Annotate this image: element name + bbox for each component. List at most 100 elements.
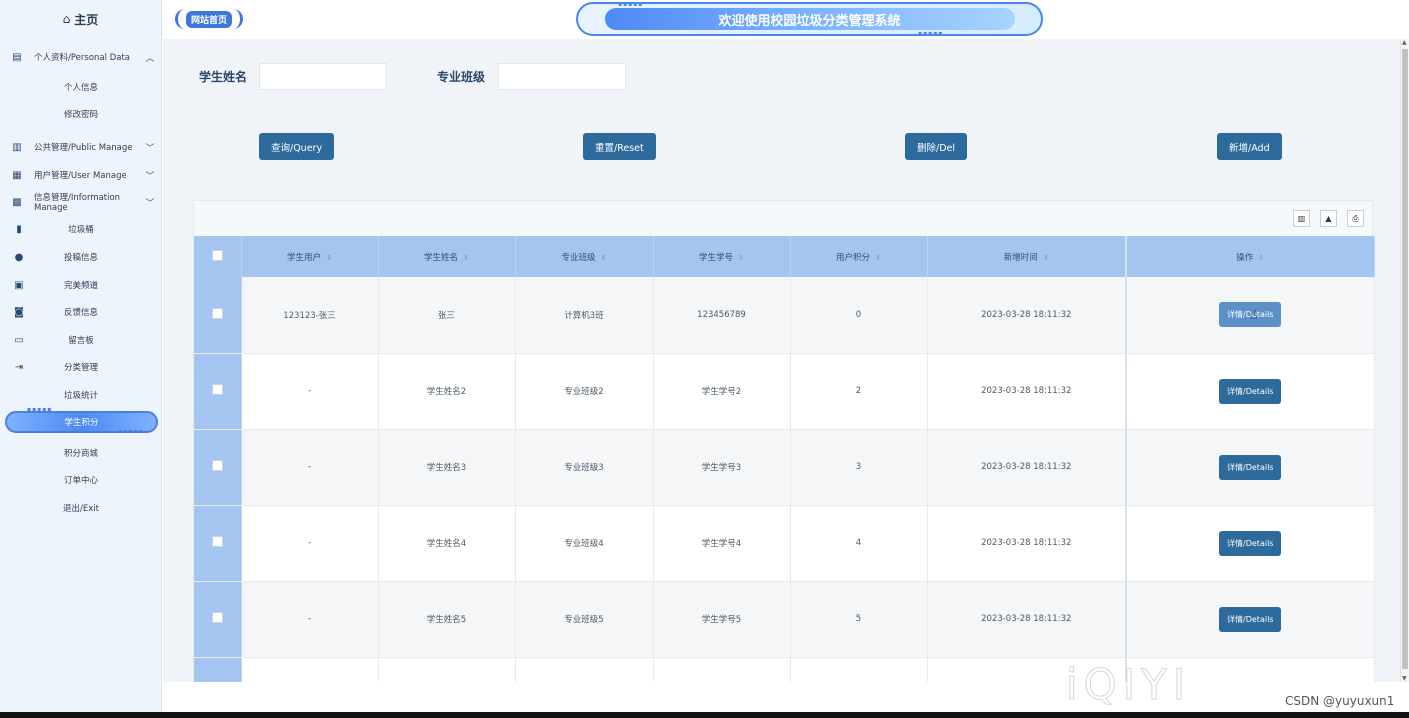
sort-icon: ⇕	[875, 253, 881, 262]
cell-class: 专业班级3	[515, 429, 654, 506]
decor-dots: ▪▪▪▪▪	[618, 1, 644, 8]
scroll-down-icon[interactable]: ▼	[1402, 675, 1407, 682]
query-button[interactable]: 查询/Query	[259, 133, 335, 160]
cell-student-no: 学生学号3	[653, 429, 791, 506]
sidebar-item-exit[interactable]: 退出/Exit	[0, 499, 162, 519]
book-icon: ▭	[14, 334, 24, 346]
decor-dots: ▪▪▪▪▪	[118, 428, 144, 435]
chevron-down-icon: ﹀	[145, 143, 155, 154]
student-name-input[interactable]	[259, 63, 387, 90]
table-row: - 学生姓名2 专业班级2 学生学号2 2 2023-03-28 18:11:3…	[194, 353, 1375, 430]
calendar-icon: ▣	[14, 279, 24, 291]
page-title: 欢迎使用校园垃圾分类管理系统	[604, 8, 1015, 30]
logout-icon: ⇥	[14, 361, 24, 373]
cell-class: 计算机3班	[515, 277, 654, 354]
sidebar-item-change-password[interactable]: 修改密码	[0, 105, 162, 125]
sidebar-item-points-mall[interactable]: 积分商城	[0, 444, 162, 464]
site-home-link[interactable]: 网站首页	[175, 9, 244, 29]
delete-button[interactable]: 删除/Del	[905, 133, 968, 160]
cell-points: 5	[790, 581, 928, 658]
column-header[interactable]: 学生学号 ⇕	[653, 236, 791, 277]
column-header[interactable]: 新增时间 ⇕	[927, 236, 1127, 277]
column-header[interactable]: 用户积分 ⇕	[790, 236, 928, 277]
sidebar-item-trash-bin[interactable]: ▮ 垃圾桶	[0, 219, 162, 239]
row-checkbox[interactable]	[211, 612, 223, 623]
row-checkbox[interactable]	[211, 460, 223, 471]
row-checkbox[interactable]	[211, 307, 223, 319]
sidebar-group-label: 公共管理/Public Manage	[34, 143, 133, 153]
sidebar-item-submissions[interactable]: ● 投稿信息	[0, 247, 162, 267]
details-button[interactable]: 详情/Details	[1219, 606, 1282, 632]
chevron-down-icon: ﹀	[145, 171, 155, 182]
scroll-up-icon[interactable]: ▲	[1402, 39, 1407, 46]
sidebar-group-public-manage[interactable]: ▥ 公共管理/Public Manage ﹀	[0, 137, 162, 157]
cell-points: 0	[790, 277, 928, 354]
select-all-checkbox[interactable]	[211, 249, 223, 261]
columns-icon[interactable]: ▥	[1293, 210, 1310, 227]
row-checkbox[interactable]	[211, 384, 223, 395]
cell-name: 学生姓名4	[378, 505, 516, 582]
watermark-logo: iQIYI	[1065, 660, 1192, 710]
details-button[interactable]: 详情/Details	[1219, 378, 1282, 404]
table-header-row: 学生用户 ⇕ 学生姓名 ⇕ 专业班级 ⇕ 学生学号 ⇕ 用户积分 ⇕ 新增时间 ⇕ 操作 ⇕	[194, 236, 1375, 277]
table-row: - 学生姓名4 专业班级4 学生学号4 4 2023-03-28 18:11:3…	[194, 505, 1375, 582]
title-banner: ▪▪▪▪▪ 欢迎使用校园垃圾分类管理系统 ▪▪▪▪▪	[576, 1, 1043, 37]
cell-class: 专业班级2	[515, 353, 654, 430]
table-row: 123123-张三 张三 计算机3班 123456789 0 2023-03-2…	[194, 277, 1375, 354]
column-header[interactable]: 专业班级 ⇕	[515, 236, 654, 277]
student-name-label: 学生姓名	[199, 70, 248, 84]
bottom-edge	[0, 712, 1409, 718]
sidebar-item-personal-info[interactable]: 个人信息	[0, 78, 162, 98]
sidebar-item-feedback[interactable]: ◙ 反馈信息	[0, 302, 162, 322]
sidebar-item-garbage-stats[interactable]: 垃圾统计	[0, 385, 162, 405]
sidebar-group-personal-data[interactable]: ▤ 个人资料/Personal Data ︿	[0, 47, 162, 67]
details-button[interactable]: 详情/Details	[1219, 530, 1282, 556]
sidebar-item-order-center[interactable]: 订单中心	[0, 471, 162, 491]
class-input[interactable]	[498, 63, 626, 90]
users-icon: ▦	[12, 169, 22, 181]
cell-student-no: 学生学号5	[653, 581, 791, 658]
sidebar-item-channel[interactable]: ▣ 完美频道	[0, 275, 162, 295]
sidebar-item-category-manage[interactable]: ⇥ 分类管理	[0, 357, 162, 377]
site-home-label: 网站首页	[186, 10, 233, 28]
sidebar-group-information-manage[interactable]: ▩ 信息管理/Information Manage ﹀	[0, 192, 162, 213]
page-scrollbar[interactable]: ▲ ▼	[1400, 39, 1409, 682]
sort-icon: ⇕	[1258, 253, 1265, 262]
mouse-cursor-icon: ☝	[1250, 308, 1258, 322]
cell-time: 2023-03-28 18:11:32	[927, 353, 1127, 430]
chevron-up-icon: ︿	[145, 53, 155, 64]
cell-user: 123123-张三	[241, 277, 379, 354]
sidebar-group-label: 信息管理/Information Manage	[34, 193, 121, 213]
column-header[interactable]: 操作 ⇕	[1125, 236, 1375, 277]
cell-name: 学生姓名3	[378, 429, 516, 506]
sort-icon: ⇕	[1042, 253, 1049, 262]
cell-user: -	[241, 581, 379, 658]
table-row: - 学生姓名3 专业班级3 学生学号3 3 2023-03-28 18:11:3…	[194, 429, 1375, 506]
cell-user: -	[241, 505, 379, 582]
cell-class: 专业班级4	[515, 505, 654, 582]
column-header[interactable]: 学生姓名 ⇕	[378, 236, 516, 277]
select-all-cell	[194, 236, 242, 277]
sidebar: ⌂ 主页 ▤ 个人资料/Personal Data ︿ 个人信息 修改密码 ▥ …	[0, 0, 162, 712]
row-checkbox[interactable]	[211, 536, 223, 547]
scroll-thumb[interactable]	[1402, 49, 1408, 669]
sidebar-item-label: 投稿信息	[63, 253, 98, 263]
details-button[interactable]: 详情/Details	[1219, 454, 1282, 480]
add-button[interactable]: 新增/Add	[1217, 133, 1282, 160]
sidebar-home[interactable]: ⌂ 主页	[0, 0, 161, 38]
print-icon[interactable]: ⎙	[1347, 210, 1364, 227]
reset-button[interactable]: 重置/Reset	[583, 133, 656, 160]
sidebar-group-user-manage[interactable]: ▦ 用户管理/User Manage ﹀	[0, 165, 162, 185]
sidebar-item-student-points[interactable]: ▪▪▪▪▪ 学生积分 ▪▪▪▪▪	[5, 406, 158, 436]
calendar-check-icon: ◙	[14, 306, 24, 318]
sidebar-item-label: 垃圾统计	[63, 391, 98, 401]
sort-icon: ⇕	[463, 253, 469, 262]
sidebar-item-message-board[interactable]: ▭ 留言板	[0, 330, 162, 350]
export-icon[interactable]: ▲	[1320, 210, 1337, 227]
data-table-card: ▥ ▲ ⎙ 学生用户 ⇕ 学生姓名 ⇕ 专业班级 ⇕ 学生学号 ⇕ 用户积分 ⇕ 新增时间…	[193, 200, 1375, 682]
cell-class: 专业班级5	[515, 581, 654, 658]
cell-points: 3	[790, 429, 928, 506]
person-icon: ●	[14, 251, 24, 263]
column-header[interactable]: 学生用户 ⇕	[241, 236, 379, 277]
sort-icon: ⇕	[738, 253, 744, 262]
